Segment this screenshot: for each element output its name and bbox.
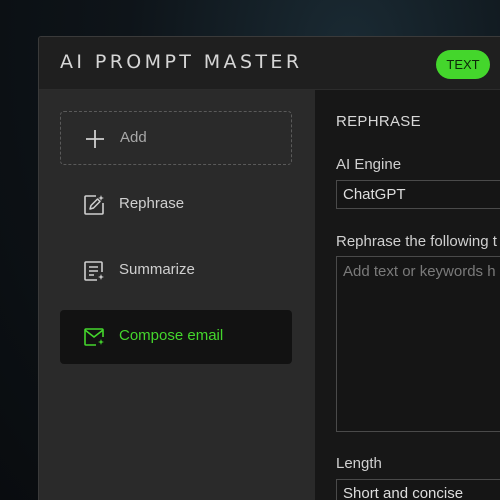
app-window: AI PROMPT MASTER TEXT Add Rephrase Summa… <box>38 36 500 500</box>
sidebar-item-label: Compose email <box>119 327 224 344</box>
sidebar-item-compose-email[interactable]: Compose email <box>60 310 292 364</box>
mail-sparkle-icon <box>82 325 106 349</box>
length-select[interactable]: Short and concise <box>336 479 500 500</box>
sidebar: Add Rephrase Summarize Compose email <box>39 90 315 500</box>
engine-label: AI Engine <box>336 156 402 173</box>
title-bar: AI PROMPT MASTER TEXT <box>39 37 500 90</box>
section-title: REPHRASE <box>336 113 421 130</box>
engine-select[interactable]: ChatGPT <box>336 180 500 209</box>
sidebar-item-label: Rephrase <box>119 195 185 212</box>
prompt-textarea[interactable]: Add text or keywords h <box>336 256 500 432</box>
add-label: Add <box>120 129 147 146</box>
sidebar-item-label: Summarize <box>119 261 195 278</box>
add-button[interactable]: Add <box>60 111 292 165</box>
sidebar-item-rephrase[interactable]: Rephrase <box>60 178 292 232</box>
prompt-label: Rephrase the following t <box>336 233 497 250</box>
length-label: Length <box>336 455 382 472</box>
document-sparkle-icon <box>82 259 106 283</box>
app-title: AI PROMPT MASTER <box>60 51 303 73</box>
main-panel: REPHRASE AI Engine ChatGPT Rephrase the … <box>315 90 500 500</box>
edit-sparkle-icon <box>82 193 106 217</box>
text-mode-badge[interactable]: TEXT <box>436 50 490 79</box>
sidebar-item-summarize[interactable]: Summarize <box>60 244 292 298</box>
plus-icon <box>83 127 107 151</box>
